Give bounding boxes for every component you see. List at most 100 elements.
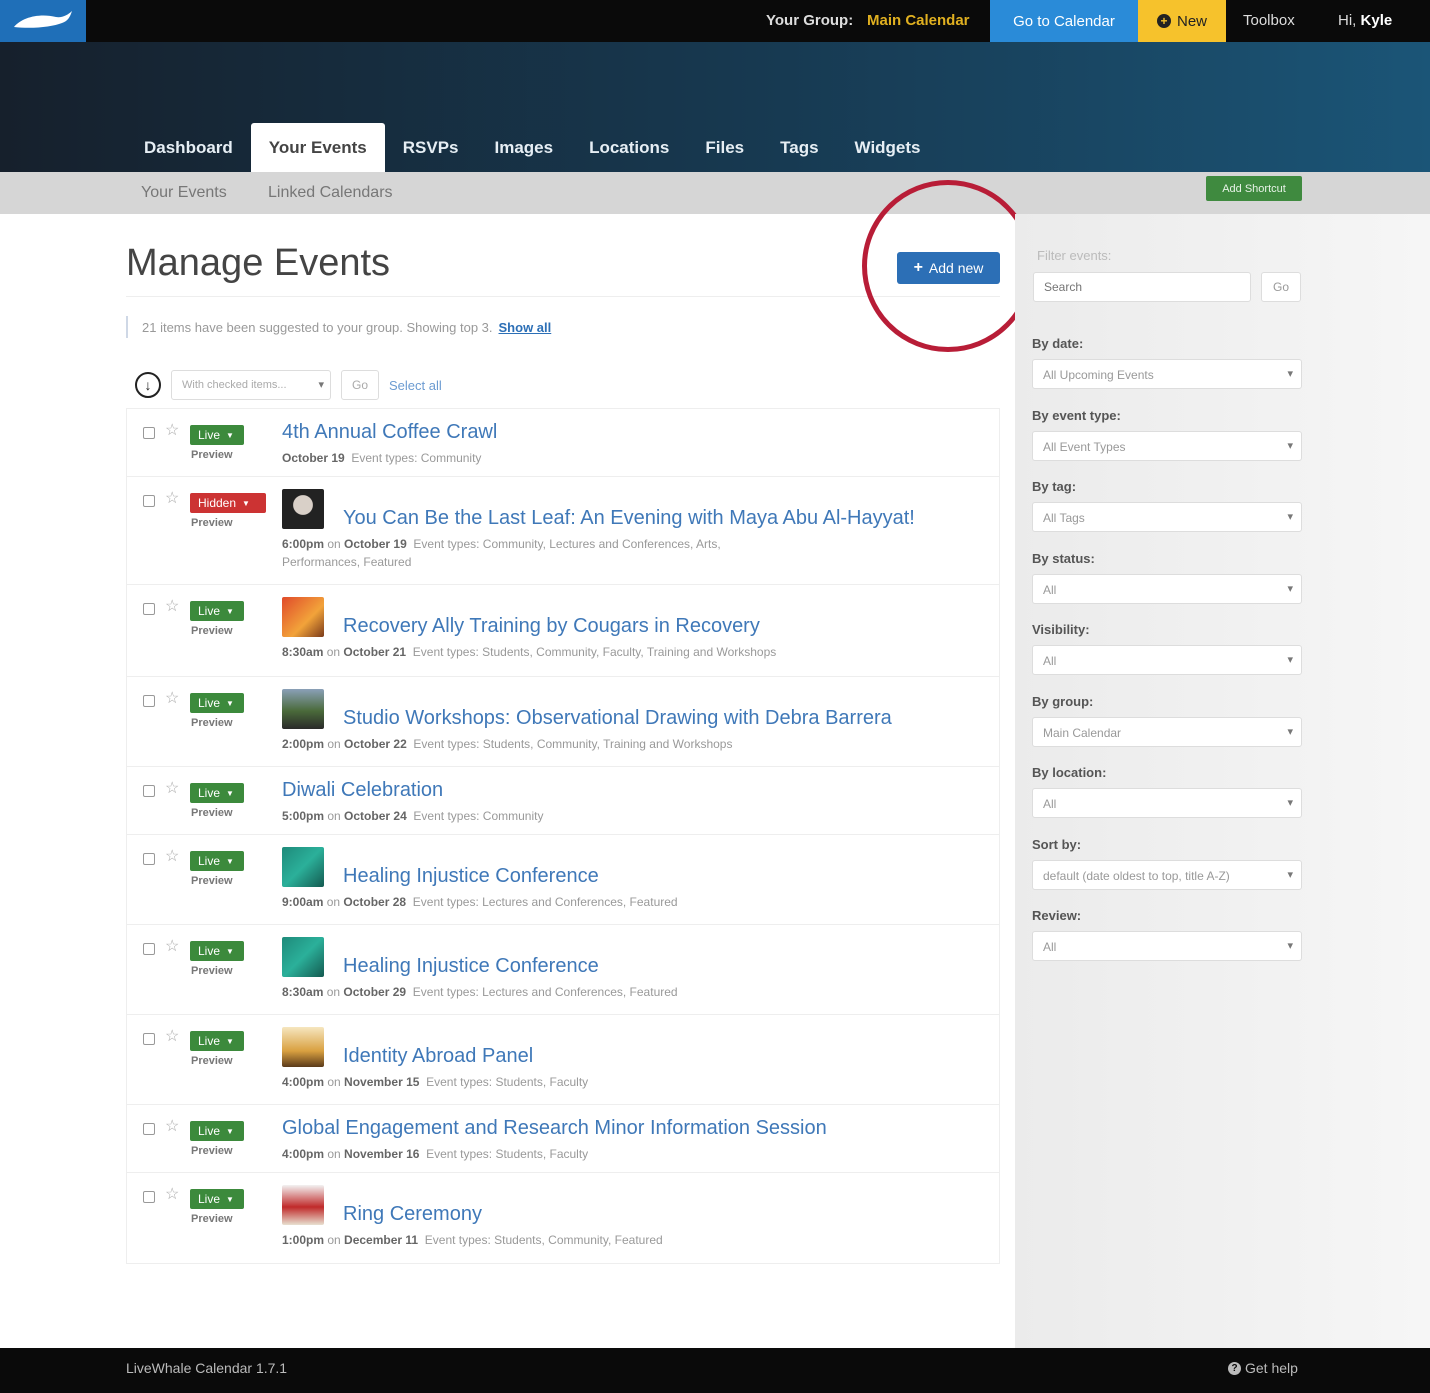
toolbox-menu[interactable]: Toolbox bbox=[1243, 12, 1295, 29]
preview-link[interactable]: Preview bbox=[191, 1213, 233, 1225]
status-badge[interactable]: Live ▼ bbox=[190, 1189, 244, 1209]
new-button[interactable]: + New bbox=[1138, 0, 1226, 42]
preview-link[interactable]: Preview bbox=[191, 965, 233, 977]
event-checkbox[interactable] bbox=[143, 603, 155, 615]
event-row: ☆ Live ▼ Preview Studio Workshops: Observati… bbox=[127, 677, 999, 767]
star-icon[interactable]: ☆ bbox=[165, 423, 179, 439]
filter-select[interactable]: All Tags ▾ bbox=[1032, 502, 1302, 532]
event-title-link[interactable]: Identity Abroad Panel bbox=[343, 1045, 533, 1068]
status-badge[interactable]: Live ▼ bbox=[190, 941, 244, 961]
show-all-link[interactable]: Show all bbox=[499, 320, 552, 335]
event-types: Event types: Students, Community, Traini… bbox=[413, 737, 733, 751]
tab-files[interactable]: Files bbox=[687, 123, 762, 172]
subnav-linked-calendars[interactable]: Linked Calendars bbox=[268, 184, 393, 202]
filter-group: By tag: All Tags ▾ bbox=[1032, 479, 1302, 532]
event-checkbox[interactable] bbox=[143, 1191, 155, 1203]
event-checkbox[interactable] bbox=[143, 427, 155, 439]
event-title-link[interactable]: Healing Injustice Conference bbox=[343, 955, 599, 978]
event-title-link[interactable]: 4th Annual Coffee Crawl bbox=[282, 421, 497, 444]
arrow-down-circle-icon[interactable]: ↓ bbox=[135, 372, 161, 398]
preview-link[interactable]: Preview bbox=[191, 517, 233, 529]
event-date: October 22 bbox=[344, 737, 407, 751]
tab-tags[interactable]: Tags bbox=[762, 123, 836, 172]
filter-select[interactable]: Main Calendar ▾ bbox=[1032, 716, 1302, 747]
event-checkbox[interactable] bbox=[143, 943, 155, 955]
status-badge[interactable]: Live ▼ bbox=[190, 693, 244, 713]
filter-go-button[interactable]: Go bbox=[1261, 272, 1301, 302]
event-checkbox[interactable] bbox=[143, 853, 155, 865]
filter-select[interactable]: All Event Types ▾ bbox=[1032, 430, 1302, 461]
preview-link[interactable]: Preview bbox=[191, 1145, 233, 1157]
status-badge[interactable]: Live ▼ bbox=[190, 425, 244, 445]
sub-navigation: Your Events Linked Calendars Add Shortcu… bbox=[0, 172, 1430, 214]
tab-widgets[interactable]: Widgets bbox=[837, 123, 939, 172]
event-title-link[interactable]: Ring Ceremony bbox=[343, 1203, 482, 1226]
get-help-link[interactable]: ? Get help bbox=[1228, 1360, 1298, 1376]
tab-your-events[interactable]: Your Events bbox=[250, 123, 385, 172]
bulk-go-button[interactable]: Go bbox=[341, 370, 379, 400]
star-icon[interactable]: ☆ bbox=[165, 1119, 179, 1135]
event-checkbox[interactable] bbox=[143, 1123, 155, 1135]
add-new-button[interactable]: + Add new bbox=[897, 252, 1000, 284]
star-icon[interactable]: ☆ bbox=[165, 691, 179, 707]
app-logo[interactable] bbox=[0, 0, 86, 42]
event-types: Event types: Community bbox=[413, 809, 544, 823]
event-title-link[interactable]: Healing Injustice Conference bbox=[343, 865, 599, 888]
event-types: Event types: Students, Faculty bbox=[426, 1147, 589, 1161]
status-label: Live bbox=[198, 786, 221, 800]
event-checkbox[interactable] bbox=[143, 1033, 155, 1045]
preview-link[interactable]: Preview bbox=[191, 449, 233, 461]
filter-select[interactable]: All ▾ bbox=[1032, 573, 1302, 604]
preview-link[interactable]: Preview bbox=[191, 625, 233, 637]
preview-link[interactable]: Preview bbox=[191, 875, 233, 887]
event-title-link[interactable]: Global Engagement and Research Minor Inf… bbox=[282, 1117, 827, 1140]
preview-link[interactable]: Preview bbox=[191, 717, 233, 729]
status-badge[interactable]: Live ▼ bbox=[190, 783, 244, 803]
event-title-link[interactable]: Studio Workshops: Observational Drawing … bbox=[343, 707, 892, 730]
filter-search-input[interactable] bbox=[1033, 272, 1251, 302]
star-icon[interactable]: ☆ bbox=[165, 781, 179, 797]
tab-rsvps[interactable]: RSVPs bbox=[385, 123, 477, 172]
filter-select[interactable]: All Upcoming Events ▾ bbox=[1032, 359, 1302, 389]
go-to-calendar-button[interactable]: Go to Calendar bbox=[990, 0, 1138, 42]
event-checkbox[interactable] bbox=[143, 495, 155, 507]
status-label: Live bbox=[198, 854, 221, 868]
event-title-link[interactable]: You Can Be the Last Leaf: An Evening wit… bbox=[343, 507, 915, 530]
status-badge[interactable]: Live ▼ bbox=[190, 1121, 244, 1141]
preview-link[interactable]: Preview bbox=[191, 807, 233, 819]
status-badge[interactable]: Hidden ▼ bbox=[190, 493, 266, 513]
event-row: ☆ Live ▼ Preview Healing Injustice Conferenc… bbox=[127, 835, 999, 925]
event-title-link[interactable]: Diwali Celebration bbox=[282, 779, 443, 802]
tab-dashboard[interactable]: Dashboard bbox=[126, 123, 251, 172]
filter-select[interactable]: All ▾ bbox=[1032, 931, 1302, 961]
chevron-down-icon: ▾ bbox=[1287, 439, 1293, 452]
filter-select[interactable]: All ▾ bbox=[1032, 645, 1302, 675]
tab-images[interactable]: Images bbox=[476, 123, 571, 172]
event-thumbnail bbox=[282, 489, 324, 529]
preview-link[interactable]: Preview bbox=[191, 1055, 233, 1067]
event-checkbox[interactable] bbox=[143, 785, 155, 797]
star-icon[interactable]: ☆ bbox=[165, 939, 179, 955]
event-checkbox[interactable] bbox=[143, 695, 155, 707]
star-icon[interactable]: ☆ bbox=[165, 1029, 179, 1045]
star-icon[interactable]: ☆ bbox=[165, 849, 179, 865]
tab-locations[interactable]: Locations bbox=[571, 123, 687, 172]
star-icon[interactable]: ☆ bbox=[165, 1187, 179, 1203]
event-types: Event types: Community bbox=[351, 451, 482, 465]
star-icon[interactable]: ☆ bbox=[165, 599, 179, 615]
add-shortcut-button[interactable]: Add Shortcut bbox=[1206, 176, 1302, 201]
select-all-link[interactable]: Select all bbox=[389, 378, 442, 393]
status-badge[interactable]: Live ▼ bbox=[190, 601, 244, 621]
status-badge[interactable]: Live ▼ bbox=[190, 851, 244, 871]
subnav-your-events[interactable]: Your Events bbox=[141, 184, 227, 202]
event-title-link[interactable]: Recovery Ally Training by Cougars in Rec… bbox=[343, 615, 760, 638]
filter-group: Sort by: default (date oldest to top, tit… bbox=[1032, 837, 1302, 890]
event-date: October 29 bbox=[343, 985, 407, 999]
filter-select[interactable]: default (date oldest to top, title A-Z) ▾ bbox=[1032, 859, 1302, 890]
group-name-link[interactable]: Main Calendar bbox=[867, 12, 970, 29]
star-icon[interactable]: ☆ bbox=[165, 491, 179, 507]
status-badge[interactable]: Live ▼ bbox=[190, 1031, 244, 1051]
user-menu[interactable]: Hi, Kyle bbox=[1338, 12, 1392, 29]
filter-select[interactable]: All ▾ bbox=[1032, 788, 1302, 818]
bulk-action-select[interactable]: With checked items... ▾ bbox=[171, 370, 331, 400]
